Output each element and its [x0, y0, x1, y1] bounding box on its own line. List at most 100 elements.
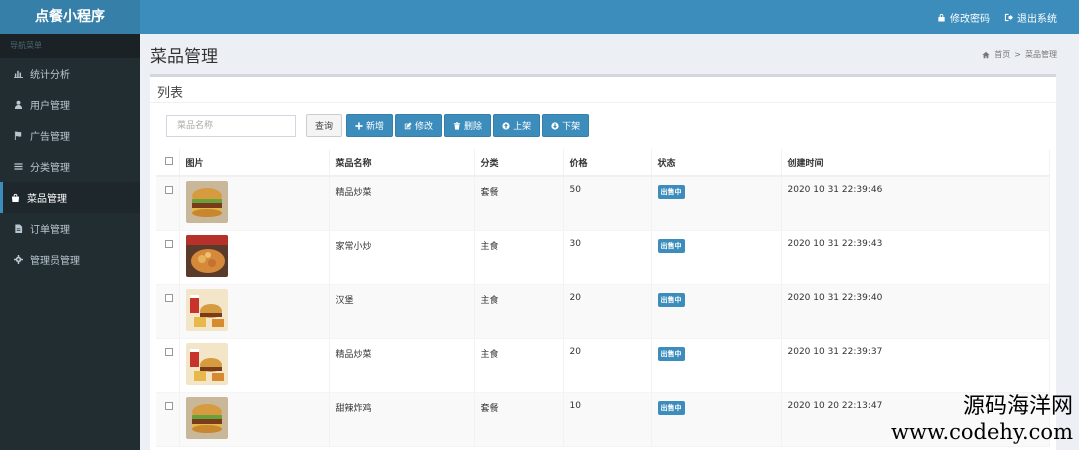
off-shelf-button-label: 下架: [562, 122, 581, 132]
dish-name-search-input[interactable]: [166, 114, 296, 137]
query-button-label: 查询: [315, 122, 334, 132]
column-header-status: 状态: [651, 149, 782, 177]
dish-created-cell: 2020 10 31 22:39:37: [781, 338, 1050, 393]
row-checkbox[interactable]: [165, 347, 173, 356]
table-row[interactable]: 精品炒菜 套餐 50 出售中 2020 10 31 22:39:46: [156, 176, 1050, 231]
list-icon: [14, 163, 23, 170]
dish-category-cell: 套餐: [474, 392, 564, 447]
bar-chart-icon: [14, 70, 23, 78]
sign-out-icon: [1004, 13, 1013, 21]
dish-image-cell: [179, 284, 330, 339]
sidebar-item-label: 分类管理: [30, 163, 70, 174]
sidebar-item-label: 用户管理: [30, 101, 70, 112]
dish-created-cell: 2020 10 31 22:39:40: [781, 284, 1050, 339]
lock-icon: [938, 13, 945, 22]
burger-thumbnail: [185, 396, 228, 439]
table-row[interactable]: 精品炒菜 主食 20 出售中 2020 10 31 22:39:37: [156, 338, 1050, 393]
sidebar-item-orders[interactable]: 订单管理: [0, 213, 140, 244]
dish-price-cell: 10: [563, 392, 652, 447]
on-shelf-button-label: 上架: [513, 122, 532, 132]
combo-meal-thumbnail: [185, 288, 228, 331]
arrow-circle-up-icon: [502, 121, 510, 130]
row-select-cell: [156, 176, 180, 231]
gear-icon: [14, 255, 23, 264]
combo-meal-thumbnail: [185, 342, 228, 385]
sidebar-item-ads[interactable]: 广告管理: [0, 120, 140, 151]
dish-created-cell: 2020 10 31 22:39:46: [781, 176, 1050, 231]
off-shelf-button[interactable]: 下架: [542, 114, 590, 137]
status-badge: 出售中: [657, 185, 685, 199]
user-icon: [14, 100, 23, 109]
row-checkbox[interactable]: [165, 239, 173, 248]
row-select-cell: [156, 284, 180, 339]
edit-button[interactable]: 修改: [395, 114, 443, 137]
logout-label: 退出系统: [1017, 13, 1057, 25]
dish-price-cell: 20: [563, 284, 652, 339]
dish-name-cell: 家常小炒: [329, 230, 475, 285]
row-select-cell: [156, 392, 180, 447]
status-badge: 出售中: [657, 292, 685, 307]
change-password-label: 修改密码: [950, 13, 990, 25]
column-header-price: 价格: [563, 149, 652, 177]
edit-button-label: 修改: [415, 122, 434, 132]
on-shelf-button[interactable]: 上架: [493, 114, 541, 137]
page-title: 菜品管理: [150, 47, 218, 67]
toolbar: 查询 新增 修改 删除 上架 下架: [166, 114, 590, 137]
table-row[interactable]: 家常小炒 主食 30 出售中 2020 10 31 22:39:43: [156, 230, 1050, 285]
dish-price-cell: 30: [563, 230, 652, 285]
app-title[interactable]: 点餐小程序: [0, 0, 140, 34]
sidebar-item-admins[interactable]: 管理员管理: [0, 244, 140, 275]
arrow-circle-down-icon: [551, 121, 559, 130]
dish-status-cell: 出售中: [651, 338, 782, 393]
burger-thumbnail: [185, 181, 228, 223]
box-title: 列表: [157, 86, 184, 101]
dish-image-cell: [179, 392, 330, 447]
dish-created-cell: 2020 10 31 22:39:43: [781, 230, 1050, 285]
table-row[interactable]: 汉堡 主食 20 出售中 2020 10 31 22:39:40: [156, 284, 1050, 339]
breadcrumb-home[interactable]: 首页: [994, 49, 1010, 60]
breadcrumb-current: 菜品管理: [1025, 50, 1057, 59]
dish-category-cell: 套餐: [474, 176, 564, 231]
row-checkbox[interactable]: [165, 186, 173, 194]
sidebar: 导航菜单 统计分析 用户管理 广告管理 分类管理 菜品管理 订单管理 管理员管理: [0, 34, 140, 450]
dish-name-cell: 甜辣炸鸡: [329, 392, 475, 447]
change-password-link[interactable]: 修改密码: [937, 10, 990, 25]
watermark: 源码海洋网 www.codehy.com: [891, 394, 1073, 444]
add-button[interactable]: 新增: [346, 114, 394, 137]
add-button-label: 新增: [366, 122, 385, 132]
select-all-checkbox[interactable]: [165, 157, 173, 165]
logout-link[interactable]: 退出系统: [1004, 10, 1057, 25]
dish-category-cell: 主食: [474, 338, 564, 393]
breadcrumb: 首页 > 菜品管理: [982, 49, 1057, 60]
sidebar-item-categories[interactable]: 分类管理: [0, 151, 140, 182]
column-header-category: 分类: [474, 149, 564, 177]
shopping-bag-icon: [11, 193, 20, 202]
dish-image-cell: [179, 338, 330, 393]
delete-button[interactable]: 删除: [444, 114, 492, 137]
query-button[interactable]: 查询: [306, 114, 343, 137]
column-header-image: 图片: [179, 149, 330, 177]
dish-status-cell: 出售中: [651, 392, 782, 447]
dish-name-cell: 汉堡: [329, 284, 475, 339]
trash-icon: [453, 121, 461, 130]
table-header-row: 图片 菜品名称 分类 价格 状态 创建时间: [156, 149, 1050, 177]
sidebar-item-label: 菜品管理: [27, 194, 67, 205]
watermark-url: www.codehy.com: [891, 420, 1073, 444]
sidebar-item-statistics[interactable]: 统计分析: [0, 58, 140, 89]
delete-button-label: 删除: [464, 122, 483, 132]
dish-price-cell: 50: [563, 176, 652, 231]
box-divider: [150, 102, 1056, 103]
row-select-cell: [156, 230, 180, 285]
row-checkbox[interactable]: [165, 401, 173, 410]
sidebar-item-label: 订单管理: [30, 225, 70, 236]
sidebar-item-label: 广告管理: [30, 132, 70, 143]
row-checkbox[interactable]: [165, 293, 173, 302]
edit-icon: [404, 121, 412, 129]
sidebar-item-dishes[interactable]: 菜品管理: [0, 182, 140, 213]
sidebar-item-users[interactable]: 用户管理: [0, 89, 140, 120]
plus-icon: [355, 121, 363, 130]
status-badge: 出售中: [657, 400, 685, 415]
sidebar-item-label: 管理员管理: [30, 256, 80, 267]
status-badge: 出售中: [657, 346, 685, 361]
sidebar-item-label: 统计分析: [30, 70, 70, 81]
